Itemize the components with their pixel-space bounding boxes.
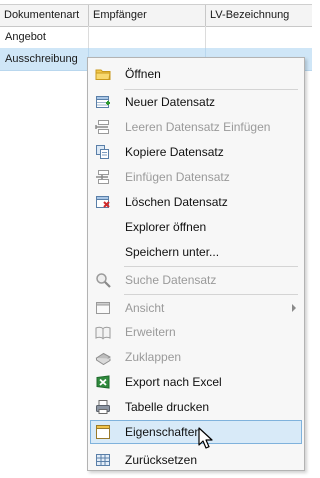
search-icon bbox=[96, 273, 111, 288]
column-header-dokumentenart[interactable]: Dokumentenart bbox=[0, 5, 89, 26]
menu-separator bbox=[124, 266, 298, 267]
menu-item-label: Tabelle drucken bbox=[125, 400, 210, 414]
menu-item-label: Zuklappen bbox=[125, 350, 182, 364]
submenu-arrow-icon bbox=[292, 304, 296, 312]
context-menu: Öffnen Neuer Datensatz Leeren Datensatz … bbox=[87, 57, 305, 471]
book-closed-icon bbox=[95, 352, 111, 365]
menu-item-label: Öffnen bbox=[125, 67, 161, 81]
menu-item-label: Neuer Datensatz bbox=[125, 95, 216, 109]
menu-item-erweitern[interactable]: Erweitern bbox=[90, 320, 302, 344]
column-header-lv-bezeichnung[interactable]: LV-Bezeichnung bbox=[206, 5, 312, 26]
mouse-cursor-icon bbox=[198, 427, 213, 449]
new-record-icon bbox=[96, 96, 110, 108]
menu-item-eigenschaften[interactable]: Eigenschaften bbox=[90, 420, 302, 444]
view-icon bbox=[96, 302, 110, 314]
menu-item-neuer-datensatz[interactable]: Neuer Datensatz bbox=[90, 90, 302, 114]
menu-item-ansicht[interactable]: Ansicht bbox=[90, 296, 302, 320]
delete-record-icon bbox=[96, 196, 110, 208]
menu-item-label: Erweitern bbox=[125, 325, 176, 339]
menu-item-speichern-unter[interactable]: Speichern unter... bbox=[90, 240, 302, 264]
printer-icon bbox=[96, 400, 110, 414]
paste-record-icon bbox=[96, 170, 109, 184]
excel-icon bbox=[96, 375, 110, 389]
menu-item-label: Export nach Excel bbox=[125, 375, 222, 389]
cell-empfaenger[interactable] bbox=[89, 26, 206, 49]
menu-item-label: Eigenschaften bbox=[125, 425, 202, 439]
menu-item-label: Zurücksetzen bbox=[125, 453, 198, 467]
menu-item-label: Explorer öffnen bbox=[125, 220, 207, 234]
menu-item-zuklappen[interactable]: Zuklappen bbox=[90, 345, 302, 369]
insert-empty-record-icon bbox=[95, 120, 109, 134]
column-header-empfaenger[interactable]: Empfänger bbox=[89, 5, 206, 26]
menu-item-leeren-datensatz-einfuegen[interactable]: Leeren Datensatz Einfügen bbox=[90, 115, 302, 139]
menu-item-label: Suche Datensatz bbox=[125, 273, 217, 287]
menu-item-oeffnen[interactable]: Öffnen bbox=[90, 62, 302, 86]
properties-icon bbox=[96, 425, 110, 439]
menu-item-kopiere-datensatz[interactable]: Kopiere Datensatz bbox=[90, 140, 302, 164]
folder-icon bbox=[95, 69, 111, 80]
reset-icon bbox=[96, 454, 110, 466]
cell-dokumentenart[interactable]: Ausschreibung bbox=[0, 48, 89, 71]
menu-item-label: Speichern unter... bbox=[125, 245, 220, 259]
menu-item-loeschen-datensatz[interactable]: Löschen Datensatz bbox=[90, 190, 302, 214]
book-open-icon bbox=[95, 326, 111, 340]
menu-item-zuruecksetzen[interactable]: Zurücksetzen bbox=[90, 448, 302, 472]
copy-record-icon bbox=[96, 145, 109, 159]
menu-item-export-nach-excel[interactable]: Export nach Excel bbox=[90, 370, 302, 394]
menu-item-tabelle-drucken[interactable]: Tabelle drucken bbox=[90, 395, 302, 419]
cell-dokumentenart[interactable]: Angebot bbox=[0, 26, 89, 49]
menu-item-label: Leeren Datensatz Einfügen bbox=[125, 120, 271, 134]
menu-item-einfuegen-datensatz[interactable]: Einfügen Datensatz bbox=[90, 165, 302, 189]
menu-item-label: Einfügen Datensatz bbox=[125, 170, 230, 184]
table-row[interactable]: Angebot bbox=[0, 26, 312, 49]
grid-header: Dokumentenart Empfänger LV-Bezeichnung bbox=[0, 4, 312, 27]
cell-lv-bezeichnung[interactable] bbox=[206, 26, 312, 49]
menu-item-label: Kopiere Datensatz bbox=[125, 145, 224, 159]
menu-item-suche-datensatz[interactable]: Suche Datensatz bbox=[90, 268, 302, 292]
menu-separator bbox=[124, 294, 298, 295]
menu-item-label: Ansicht bbox=[125, 301, 165, 315]
menu-item-explorer-oeffnen[interactable]: Explorer öffnen bbox=[90, 215, 302, 239]
menu-item-label: Löschen Datensatz bbox=[125, 195, 228, 209]
